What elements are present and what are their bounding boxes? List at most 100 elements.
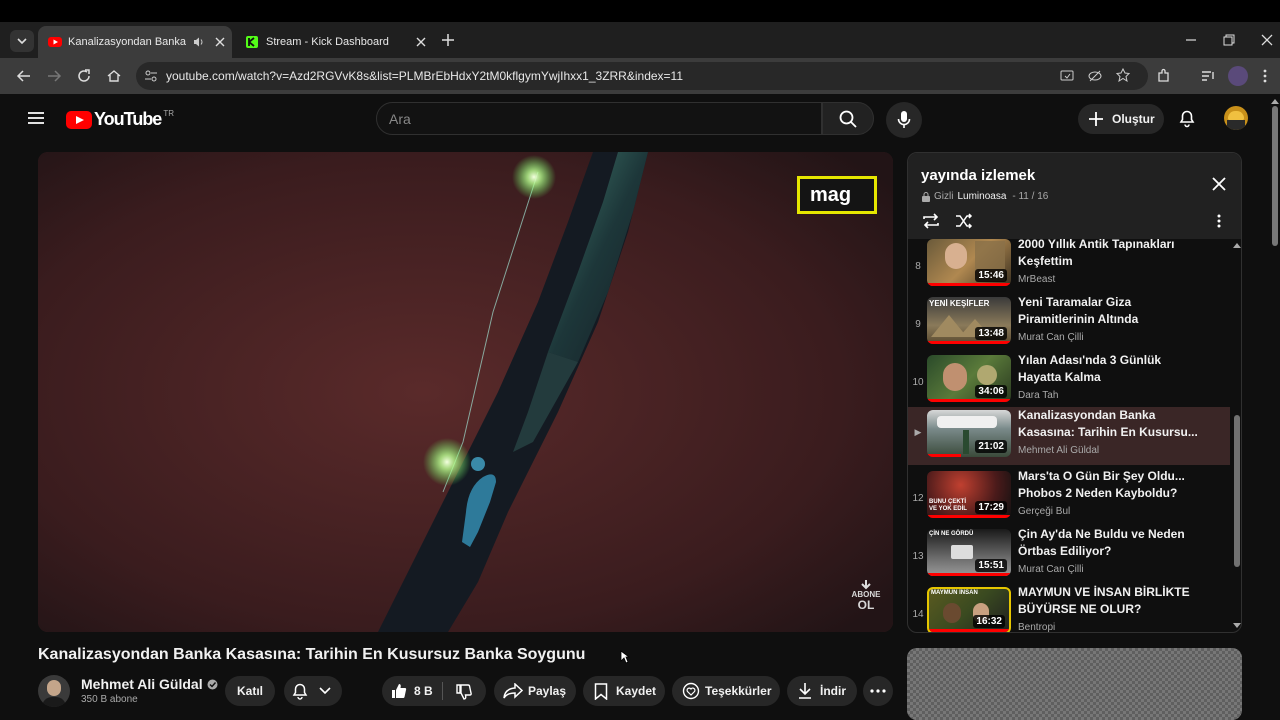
bookmark-icon	[594, 683, 608, 700]
search-box	[376, 102, 822, 135]
thumbnail-text: YENİ KEŞİFLER	[929, 299, 990, 308]
share-icon	[503, 683, 523, 699]
playlist-item-title[interactable]: 2000 Yıllık Antik Tapınakları Keşfettim	[1018, 236, 1198, 270]
youtube-logo[interactable]: YouTube TR	[66, 109, 174, 130]
playlist-privacy: Gizli	[934, 191, 954, 202]
playlist-item[interactable]: 9 YENİ KEŞİFLER 13:48 Yeni Taramalar Giz…	[908, 294, 1230, 355]
loop-icon[interactable]	[921, 212, 941, 230]
playlist-item-thumbnail[interactable]: YENİ KEŞİFLER 13:48	[927, 297, 1011, 344]
more-vert-icon[interactable]	[1216, 213, 1222, 229]
playlist-item-title[interactable]: Kanalizasyondan Banka Kasasına: Tarihin …	[1018, 407, 1198, 441]
download-button[interactable]: İndir	[787, 676, 857, 706]
home-icon[interactable]	[106, 68, 122, 84]
account-avatar[interactable]	[1224, 106, 1248, 130]
subscribe-overlay[interactable]: ABONE OL	[851, 580, 881, 611]
playlist-item-thumbnail[interactable]: BUNU ÇEKTİ VE YOK EDİL 17:29	[927, 471, 1011, 518]
subscribed-notifications-button[interactable]	[284, 676, 342, 706]
like-count[interactable]: 8 B	[414, 684, 433, 698]
close-tab-icon[interactable]	[214, 36, 226, 48]
forward-icon[interactable]	[46, 68, 62, 84]
video-player[interactable]: mag ABONE OL	[38, 152, 893, 632]
close-tab-icon[interactable]	[415, 36, 427, 48]
more-actions-button[interactable]	[863, 676, 893, 706]
profile-avatar[interactable]	[1228, 66, 1248, 86]
playlist-item-thumbnail[interactable]: 34:06	[927, 355, 1011, 402]
save-button[interactable]: Kaydet	[583, 676, 665, 706]
join-button[interactable]: Katıl	[225, 676, 275, 706]
playlist-item[interactable]: 14 MAYMUN İNSAN 16:32 MAYMUN VE İNSAN Bİ…	[908, 584, 1230, 632]
playlist-item-title[interactable]: Mars'ta O Gün Bir Şey Oldu... Phobos 2 N…	[1018, 468, 1198, 502]
thanks-label: Teşekkürler	[705, 684, 772, 698]
back-icon[interactable]	[16, 68, 32, 84]
scroll-up-icon[interactable]	[1233, 242, 1241, 248]
channel-watermark[interactable]: mag	[797, 176, 877, 214]
minimize-icon[interactable]	[1184, 33, 1198, 47]
video-frame	[38, 152, 893, 632]
playlist-item[interactable]: 8 15:46 2000 Yıllık Antik Tapınakları Ke…	[908, 236, 1230, 297]
close-icon[interactable]	[1212, 177, 1226, 191]
site-info-icon[interactable]	[144, 69, 158, 83]
channel-name[interactable]: Mehmet Ali Güldal	[81, 676, 203, 692]
playlist-header: yayında izlemek Gizli Luminoasa - 11 / 1…	[908, 153, 1241, 239]
playlist-item-title[interactable]: Yılan Adası'nda 3 Günlük Hayatta Kalma	[1018, 352, 1198, 386]
youtube-logo-text: YouTube	[94, 109, 162, 129]
scroll-up-icon[interactable]	[1271, 98, 1279, 104]
eye-off-icon[interactable]	[1088, 69, 1102, 83]
page-scrollbar[interactable]	[1270, 94, 1280, 720]
channel-avatar[interactable]	[38, 675, 70, 707]
tab-search-button[interactable]	[10, 30, 34, 52]
playlist-owner[interactable]: Luminoasa	[957, 191, 1006, 202]
close-window-icon[interactable]	[1260, 33, 1274, 47]
shuffle-icon[interactable]	[954, 212, 974, 230]
cast-icon[interactable]	[1060, 69, 1074, 83]
playlist-title[interactable]: yayında izlemek	[921, 167, 1035, 184]
youtube-icon	[48, 37, 62, 47]
playlist-item-thumbnail[interactable]: ÇİN NE GÖRDÜ 15:51	[927, 529, 1011, 576]
share-button[interactable]: Paylaş	[494, 676, 576, 706]
playlist-item-thumbnail[interactable]: 21:02	[927, 410, 1011, 457]
menu-icon[interactable]	[27, 110, 45, 126]
thumbs-down-icon[interactable]	[455, 683, 473, 701]
verified-icon	[207, 679, 218, 689]
media-control-icon[interactable]	[1200, 68, 1216, 84]
more-vert-icon[interactable]	[1262, 68, 1268, 84]
channel-name-row[interactable]: Mehmet Ali Güldal	[81, 676, 218, 692]
more-horiz-icon	[870, 689, 886, 693]
scrollbar-thumb[interactable]	[1272, 106, 1278, 246]
playlist-item[interactable]: 13 ÇİN NE GÖRDÜ 15:51 Çin Ay'da Ne Buldu…	[908, 526, 1230, 587]
playlist-item[interactable]: 10 34:06 Yılan Adası'nda 3 Günlük Hayatt…	[908, 352, 1230, 413]
scroll-down-icon[interactable]	[1233, 623, 1241, 629]
playlist-item[interactable]: 12 BUNU ÇEKTİ VE YOK EDİL 17:29 Mars'ta …	[908, 468, 1230, 529]
save-label: Kaydet	[616, 684, 657, 698]
playlist-item-index: 8	[915, 261, 921, 272]
extensions-icon[interactable]	[1156, 68, 1172, 84]
restore-icon[interactable]	[1222, 33, 1236, 47]
address-bar[interactable]: youtube.com/watch?v=Azd2RGVvK8s&list=PLM…	[136, 62, 1148, 90]
playlist-item-title[interactable]: Yeni Taramalar Giza Piramitlerinin Altın…	[1018, 294, 1198, 328]
notifications-bell-icon[interactable]	[1178, 108, 1196, 128]
tab-youtube[interactable]: Kanalizasyondan Banka Kası	[38, 26, 232, 58]
playlist-item-current[interactable]: ▶ 21:02 Kanalizasyondan Banka Kasasına: …	[908, 407, 1230, 465]
create-button[interactable]: Oluştur	[1078, 104, 1164, 134]
new-tab-icon[interactable]	[441, 33, 455, 47]
playlist-item-title[interactable]: MAYMUN VE İNSAN BİRLİKTE BÜYÜRSE NE OLUR…	[1018, 584, 1198, 618]
sidebar-ad-placeholder[interactable]	[907, 648, 1242, 720]
voice-search-button[interactable]	[886, 102, 922, 138]
reload-icon[interactable]	[76, 68, 92, 84]
thanks-button[interactable]: Teşekkürler	[672, 676, 780, 706]
tab-kick[interactable]: Stream - Kick Dashboard	[238, 26, 432, 58]
scrollbar-thumb[interactable]	[1234, 415, 1240, 567]
speaker-icon[interactable]	[192, 36, 204, 48]
share-label: Paylaş	[528, 684, 567, 698]
search-input[interactable]	[389, 103, 809, 134]
search-button[interactable]	[822, 102, 874, 135]
playlist-item-thumbnail[interactable]: 15:46	[927, 239, 1011, 286]
thumbs-up-icon[interactable]	[390, 682, 408, 700]
playlist-item-index: 14	[912, 609, 924, 620]
playlist-item-title[interactable]: Çin Ay'da Ne Buldu ve Neden Örtbas Edili…	[1018, 526, 1198, 560]
playlist-scrollbar[interactable]	[1233, 239, 1241, 632]
playlist-item-thumbnail[interactable]: MAYMUN İNSAN 16:32	[927, 587, 1011, 632]
ad-pattern	[907, 648, 1242, 720]
subscriber-count: 350 B abone	[81, 694, 138, 705]
bookmark-star-icon[interactable]	[1116, 68, 1130, 82]
